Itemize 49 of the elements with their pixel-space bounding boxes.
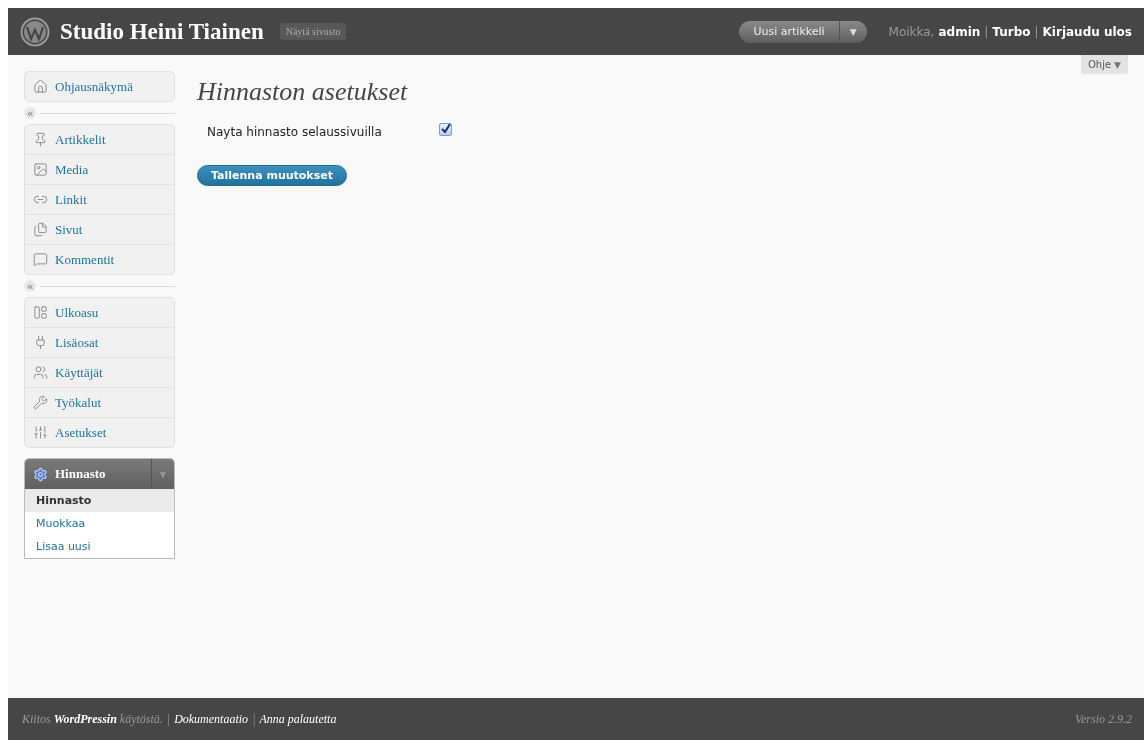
tools-icon xyxy=(33,395,48,410)
wordpress-logo-icon xyxy=(20,16,50,47)
menu-item[interactable]: Linkit xyxy=(25,185,174,215)
thanks-text: Kiitos WordPressin käytöstä. xyxy=(22,711,163,727)
menu-item[interactable]: Asetukset xyxy=(25,418,174,447)
new-post-link[interactable]: Uusi artikkeli xyxy=(739,25,839,38)
separator: | xyxy=(984,24,989,39)
separator: | xyxy=(252,711,256,727)
dropdown-toggle[interactable]: ▼ xyxy=(838,20,867,43)
menu-item[interactable]: Ulkoasu xyxy=(25,298,174,328)
user-link[interactable]: Kirjaudu ulos xyxy=(1042,24,1132,39)
plug-icon xyxy=(33,335,48,350)
help-tab[interactable]: Ohje ▼ xyxy=(1080,55,1128,74)
view-site-link[interactable]: Näytä sivusto xyxy=(279,23,347,40)
menu-item[interactable]: Ohjausnäkymä xyxy=(25,72,174,101)
gear-icon xyxy=(33,466,48,482)
collapse-icon[interactable]: « xyxy=(24,280,36,292)
menu-item[interactable]: Käyttäjät xyxy=(25,358,174,388)
checkbox[interactable] xyxy=(439,122,452,136)
footer-link[interactable]: Anna palautetta xyxy=(259,711,337,727)
user-link[interactable]: Turbo xyxy=(992,24,1031,39)
menu-item[interactable]: Media xyxy=(25,155,174,185)
page-title: Hinnaston asetukset xyxy=(197,77,409,107)
menu-item[interactable]: Työkalut xyxy=(25,388,174,418)
user-link[interactable]: admin xyxy=(938,24,981,39)
separator: | xyxy=(166,711,171,727)
pages-icon xyxy=(33,222,48,237)
new-post-menu[interactable]: Uusi artikkeli ▼ xyxy=(739,20,867,43)
menu-item[interactable]: Lisäosat xyxy=(25,328,174,358)
version-text: Versio 2.9.2 xyxy=(1075,711,1132,727)
menu-item[interactable]: Hinnasto ▼ xyxy=(25,459,174,489)
site-title: Studio Heini Tiainen xyxy=(60,18,264,45)
image-icon xyxy=(33,162,48,177)
users-icon xyxy=(33,365,48,380)
footer-link[interactable]: Dokumentaatio xyxy=(174,711,249,727)
option-label: Nayta hinnasto selaussivuilla xyxy=(207,125,383,139)
greeting-text: Moikka, xyxy=(888,24,935,39)
menu-item[interactable]: Kommentit xyxy=(25,245,174,274)
speech-bubble-icon xyxy=(33,252,48,267)
layout-icon xyxy=(33,305,48,320)
pin-icon xyxy=(33,132,48,147)
menu-item[interactable]: Sivut xyxy=(25,215,174,245)
save-button[interactable]: Tallenna muutokset xyxy=(197,165,347,186)
separator: | xyxy=(1034,24,1039,39)
collapse-icon[interactable]: « xyxy=(24,107,36,119)
home-icon xyxy=(33,79,48,94)
submenu-item[interactable]: Hinnasto xyxy=(25,489,174,512)
menu-item[interactable]: Artikkelit xyxy=(25,125,174,155)
sliders-icon xyxy=(33,425,48,440)
